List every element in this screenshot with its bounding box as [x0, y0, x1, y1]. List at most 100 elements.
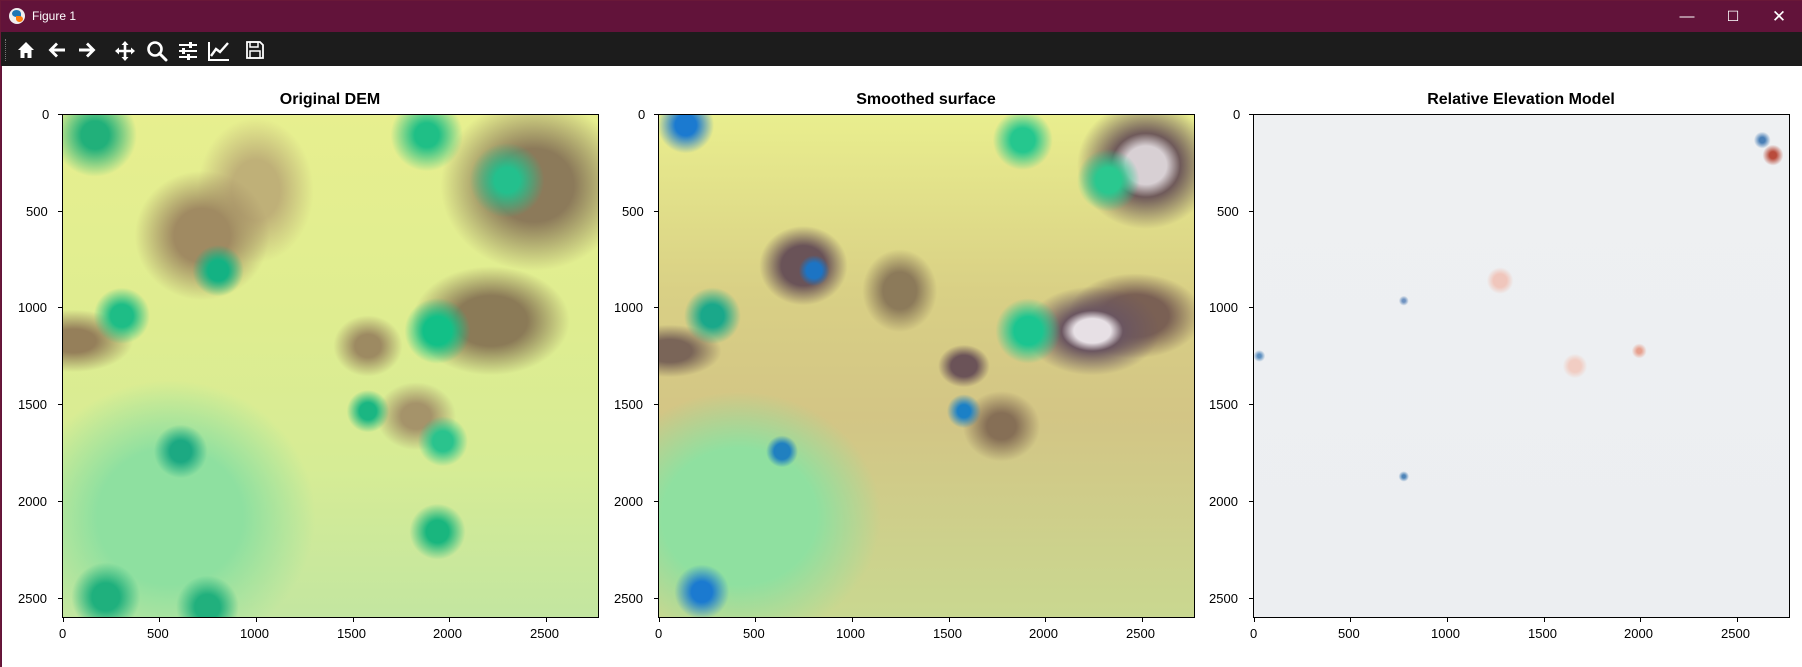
y-tickmark	[58, 501, 62, 502]
y-tickmark	[58, 404, 62, 405]
axes-title-smoothed-surface: Smoothed surface	[856, 91, 996, 108]
pan-button[interactable]	[112, 37, 138, 63]
maximize-button[interactable]: ☐	[1710, 1, 1756, 32]
x-tickmark	[449, 618, 450, 622]
y-tick-label: 1000	[614, 300, 643, 315]
zoom-button[interactable]	[144, 37, 170, 63]
y-tickmark	[1249, 501, 1253, 502]
y-tick-label: 0	[1233, 107, 1241, 122]
navigation-toolbar	[1, 32, 1802, 66]
home-button[interactable]	[13, 37, 39, 63]
y-tickmark	[654, 598, 658, 599]
x-tickmark	[1737, 618, 1738, 622]
y-tick-label: 0	[638, 107, 646, 122]
x-tickmark	[546, 618, 547, 622]
x-tickmark	[949, 618, 950, 622]
x-tick-label: 0	[1250, 626, 1258, 641]
save-button[interactable]	[242, 37, 268, 63]
x-tickmark	[159, 618, 160, 622]
x-tick-label: 2500	[530, 626, 559, 641]
y-tickmark	[654, 404, 658, 405]
x-tick-label: 2500	[1126, 626, 1155, 641]
back-button[interactable]	[44, 37, 70, 63]
x-tickmark	[755, 618, 756, 622]
y-tick-label: 2000	[18, 494, 47, 509]
x-tick-label: 0	[655, 626, 663, 641]
figure-canvas[interactable]: Original DEM 0 500 1000 1500 2000 2500 0…	[2, 66, 1802, 667]
x-tick-label: 2000	[1029, 626, 1058, 641]
y-tickmark	[654, 501, 658, 502]
edit-axes-icon	[208, 42, 229, 61]
y-tick-label: 2000	[614, 494, 643, 509]
y-tick-label: 1000	[1209, 300, 1238, 315]
forward-icon	[79, 42, 96, 58]
y-tickmark	[1249, 114, 1253, 115]
minimize-button[interactable]: —	[1664, 1, 1710, 32]
x-tick-label: 2000	[433, 626, 462, 641]
home-icon	[18, 42, 34, 58]
y-tick-label: 500	[1217, 204, 1239, 219]
y-tick-label: 1500	[18, 397, 47, 412]
x-tick-label: 2000	[1624, 626, 1653, 641]
x-tick-label: 0	[59, 626, 67, 641]
x-tick-label: 1500	[933, 626, 962, 641]
y-tickmark	[1249, 211, 1253, 212]
y-tickmark	[1249, 598, 1253, 599]
x-tick-label: 2500	[1721, 626, 1750, 641]
x-tickmark	[353, 618, 354, 622]
x-tick-label: 1500	[1528, 626, 1557, 641]
pan-icon	[115, 41, 135, 61]
y-tickmark	[654, 307, 658, 308]
toolbar-grip[interactable]	[5, 39, 8, 61]
back-icon	[48, 42, 65, 58]
y-tick-label: 0	[42, 107, 50, 122]
x-tickmark	[1142, 618, 1143, 622]
y-tick-label: 2000	[1209, 494, 1238, 509]
x-tick-label: 500	[147, 626, 169, 641]
y-tick-label: 1500	[1209, 397, 1238, 412]
x-tickmark	[1447, 618, 1448, 622]
forward-button[interactable]	[74, 37, 100, 63]
y-tick-label: 1000	[18, 300, 47, 315]
x-tickmark	[1350, 618, 1351, 622]
matplotlib-logo-icon	[9, 8, 25, 24]
title-bar[interactable]: Figure 1 — ☐ ✕	[1, 1, 1802, 32]
x-tickmark	[659, 618, 660, 622]
x-tickmark	[1640, 618, 1641, 622]
x-tick-label: 1000	[240, 626, 269, 641]
x-tick-label: 500	[1338, 626, 1360, 641]
edit-axes-button[interactable]	[206, 37, 232, 63]
image-smoothed-surface[interactable]	[658, 114, 1195, 618]
y-tickmark	[58, 211, 62, 212]
configure-subplots-icon	[179, 42, 197, 60]
y-tickmark	[654, 114, 658, 115]
axes-title-relative-elevation-model: Relative Elevation Model	[1427, 91, 1615, 108]
y-tick-label: 1500	[614, 397, 643, 412]
y-tickmark	[58, 114, 62, 115]
save-icon	[246, 41, 264, 59]
y-tickmark	[58, 598, 62, 599]
y-tickmark	[1249, 307, 1253, 308]
y-tick-label: 500	[26, 204, 48, 219]
zoom-icon	[147, 41, 168, 62]
figure-window: Figure 1 — ☐ ✕ Original DEM 0 500 1000 1…	[0, 0, 1802, 667]
y-tick-label: 2500	[614, 591, 643, 606]
y-tickmark	[1249, 404, 1253, 405]
image-relative-elevation-model[interactable]	[1253, 114, 1790, 618]
x-tickmark	[852, 618, 853, 622]
x-tick-label: 1000	[1431, 626, 1460, 641]
image-original-dem[interactable]	[62, 114, 599, 618]
x-tick-label: 1500	[337, 626, 366, 641]
x-tickmark	[1254, 618, 1255, 622]
y-tickmark	[58, 307, 62, 308]
x-tickmark	[1045, 618, 1046, 622]
close-button[interactable]: ✕	[1756, 1, 1802, 32]
configure-subplots-button[interactable]	[175, 37, 201, 63]
x-tickmark	[256, 618, 257, 622]
x-tickmark	[63, 618, 64, 622]
x-tickmark	[1544, 618, 1545, 622]
window-title: Figure 1	[32, 9, 77, 23]
y-tick-label: 2500	[18, 591, 47, 606]
y-tickmark	[654, 211, 658, 212]
x-tick-label: 1000	[836, 626, 865, 641]
